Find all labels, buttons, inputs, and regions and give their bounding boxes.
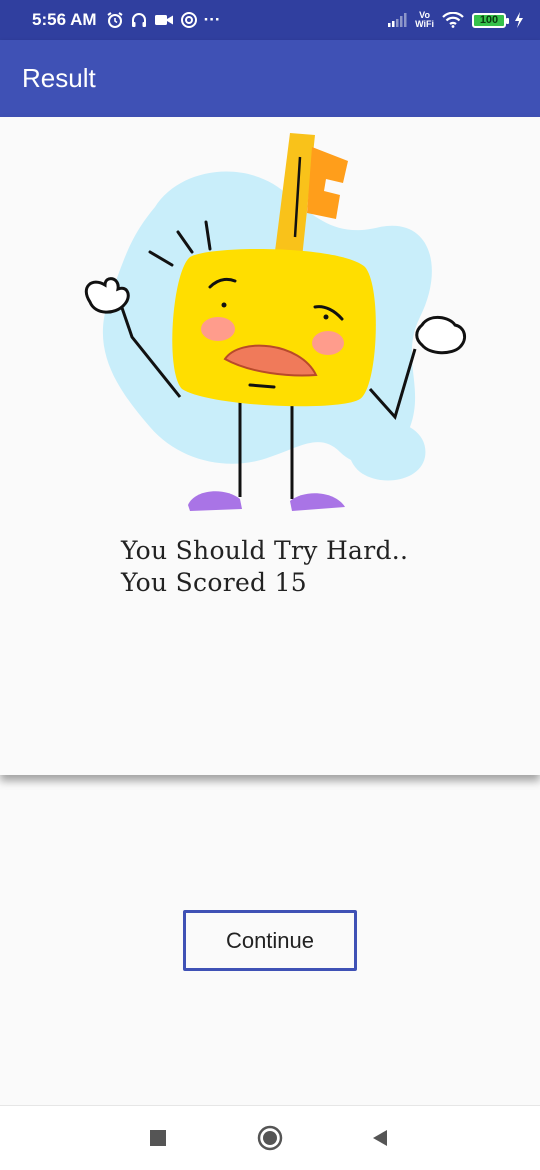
page-title: Result [22, 63, 96, 93]
charging-icon [514, 12, 524, 28]
alarm-icon [106, 11, 124, 29]
back-icon [373, 1130, 387, 1146]
app-bar: Result [0, 40, 540, 117]
status-bar: 5:56 AM ··· Vo WiFi 100 [0, 0, 540, 40]
battery-level: 100 [479, 14, 499, 26]
left-cheek [201, 317, 235, 341]
headphones-icon [130, 11, 148, 29]
more-notifications-icon: ··· [203, 10, 221, 29]
recent-apps-button[interactable] [134, 1114, 182, 1162]
status-notification-icons: ··· [106, 10, 221, 30]
sad-key-character-illustration [84, 133, 467, 511]
left-shoe [188, 491, 242, 511]
system-nav-bar [0, 1105, 540, 1170]
vowifi-icon: Vo WiFi [415, 11, 434, 29]
status-right: Vo WiFi 100 [387, 11, 524, 29]
left-eye [221, 302, 227, 308]
continue-button[interactable]: Continue [183, 910, 357, 971]
right-shoe [290, 493, 345, 511]
score-text: You Scored 15 [121, 568, 308, 597]
result-card: You Should Try Hard.. You Scored 15 [0, 117, 540, 775]
home-button[interactable] [246, 1114, 294, 1162]
status-left: 5:56 AM ··· [32, 10, 221, 30]
result-message-line1: You Should Try Hard.. [121, 536, 409, 565]
result-message: You Should Try Hard.. You Scored 15 [121, 535, 408, 599]
home-icon [257, 1125, 283, 1151]
wifi-icon [442, 12, 464, 28]
sync-icon [180, 11, 198, 29]
battery-icon: 100 [472, 12, 509, 28]
right-eye [323, 314, 329, 320]
recent-apps-icon [150, 1130, 166, 1146]
right-cheek [312, 331, 344, 355]
right-hand [415, 316, 467, 355]
video-camera-icon [154, 12, 174, 28]
back-button[interactable] [356, 1114, 404, 1162]
signal-icon [387, 13, 407, 27]
vowifi-bottom-label: WiFi [415, 19, 434, 29]
status-time: 5:56 AM [32, 10, 97, 29]
